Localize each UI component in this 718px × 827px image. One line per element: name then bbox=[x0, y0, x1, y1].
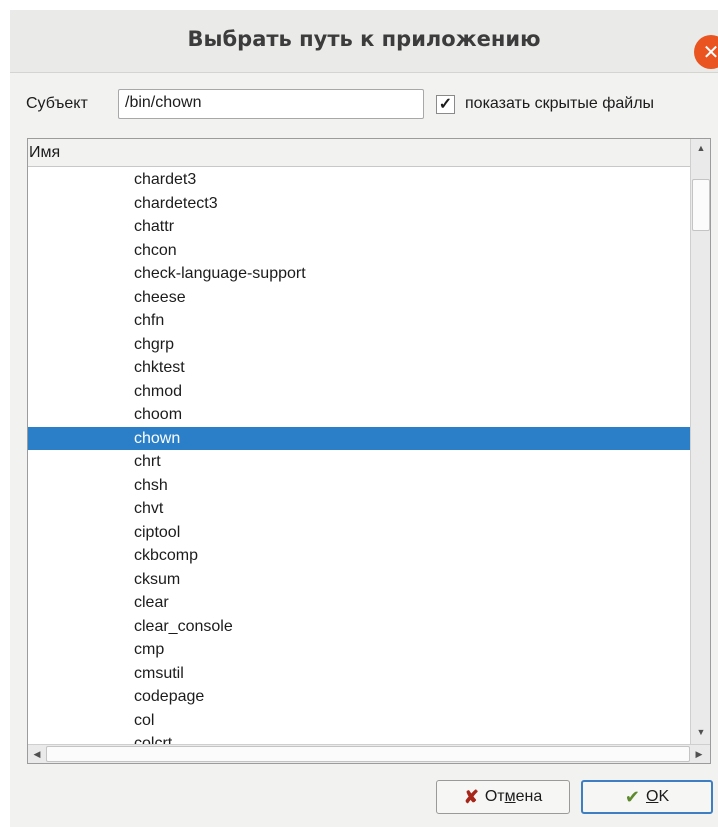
ok-button[interactable]: ✔ ОK bbox=[581, 780, 713, 814]
scroll-right-icon[interactable]: ▶ bbox=[690, 745, 708, 763]
list-item[interactable]: clear_console bbox=[28, 615, 690, 639]
list-item[interactable]: chmod bbox=[28, 380, 690, 404]
file-list-rows: chardet3 chardetect3 chattr chcon check-lang… bbox=[28, 168, 690, 744]
list-item[interactable]: chfn bbox=[28, 309, 690, 333]
list-item[interactable]: chgrp bbox=[28, 333, 690, 357]
list-item[interactable]: colcrt bbox=[28, 732, 690, 744]
list-item[interactable]: col bbox=[28, 709, 690, 733]
vertical-scroll-thumb[interactable] bbox=[692, 179, 710, 231]
list-item[interactable]: check-language-support bbox=[28, 262, 690, 286]
list-item[interactable]: cksum bbox=[28, 568, 690, 592]
list-item[interactable]: chsh bbox=[28, 474, 690, 498]
cancel-button[interactable]: ✘ Отмена bbox=[436, 780, 570, 814]
list-item[interactable]: ckbcomp bbox=[28, 544, 690, 568]
list-item[interactable]: chardetect3 bbox=[28, 192, 690, 216]
list-item[interactable]: ciptool bbox=[28, 521, 690, 545]
list-item[interactable]: chrt bbox=[28, 450, 690, 474]
list-item[interactable]: cmsutil bbox=[28, 662, 690, 686]
ok-label: ОK bbox=[645, 788, 670, 805]
dialog-title: Выбрать путь к приложению bbox=[187, 27, 541, 51]
close-icon: ✕ bbox=[702, 40, 718, 64]
cross-icon: ✘ bbox=[463, 787, 479, 807]
list-item[interactable]: chktest bbox=[28, 356, 690, 380]
list-item[interactable]: cheese bbox=[28, 286, 690, 310]
cancel-label: Отмена bbox=[484, 788, 543, 805]
horizontal-scroll-thumb[interactable] bbox=[46, 746, 690, 762]
list-item[interactable]: chcon bbox=[28, 239, 690, 263]
scroll-up-icon[interactable]: ▲ bbox=[691, 143, 710, 153]
subject-label: Субъект bbox=[26, 95, 88, 112]
list-item[interactable]: cmp bbox=[28, 638, 690, 662]
column-header-name[interactable]: Имя bbox=[28, 139, 690, 167]
title-bar: Выбрать путь к приложению ✕ bbox=[10, 10, 718, 73]
list-item[interactable]: chvt bbox=[28, 497, 690, 521]
list-item[interactable]: chardet3 bbox=[28, 168, 690, 192]
vertical-scrollbar[interactable]: ▲ ▼ bbox=[690, 139, 710, 744]
subject-input[interactable]: /bin/chown bbox=[118, 89, 424, 119]
horizontal-scrollbar[interactable]: ◀ ▶ bbox=[28, 744, 710, 763]
show-hidden-checkbox[interactable]: ✓ bbox=[436, 95, 455, 114]
list-item[interactable]: choom bbox=[28, 403, 690, 427]
list-item[interactable]: chattr bbox=[28, 215, 690, 239]
checkmark-icon: ✔ bbox=[624, 787, 640, 807]
file-list: Имя chardet3 chardetect3 chattr chcon check-… bbox=[27, 138, 711, 764]
scroll-left-icon[interactable]: ◀ bbox=[28, 745, 46, 763]
list-item[interactable]: codepage bbox=[28, 685, 690, 709]
close-button[interactable]: ✕ bbox=[694, 35, 718, 69]
scroll-down-icon[interactable]: ▼ bbox=[691, 727, 710, 737]
list-item[interactable]: chown bbox=[28, 426, 690, 450]
list-item[interactable]: clear bbox=[28, 591, 690, 615]
show-hidden-label[interactable]: показать скрытые файлы bbox=[465, 95, 654, 113]
